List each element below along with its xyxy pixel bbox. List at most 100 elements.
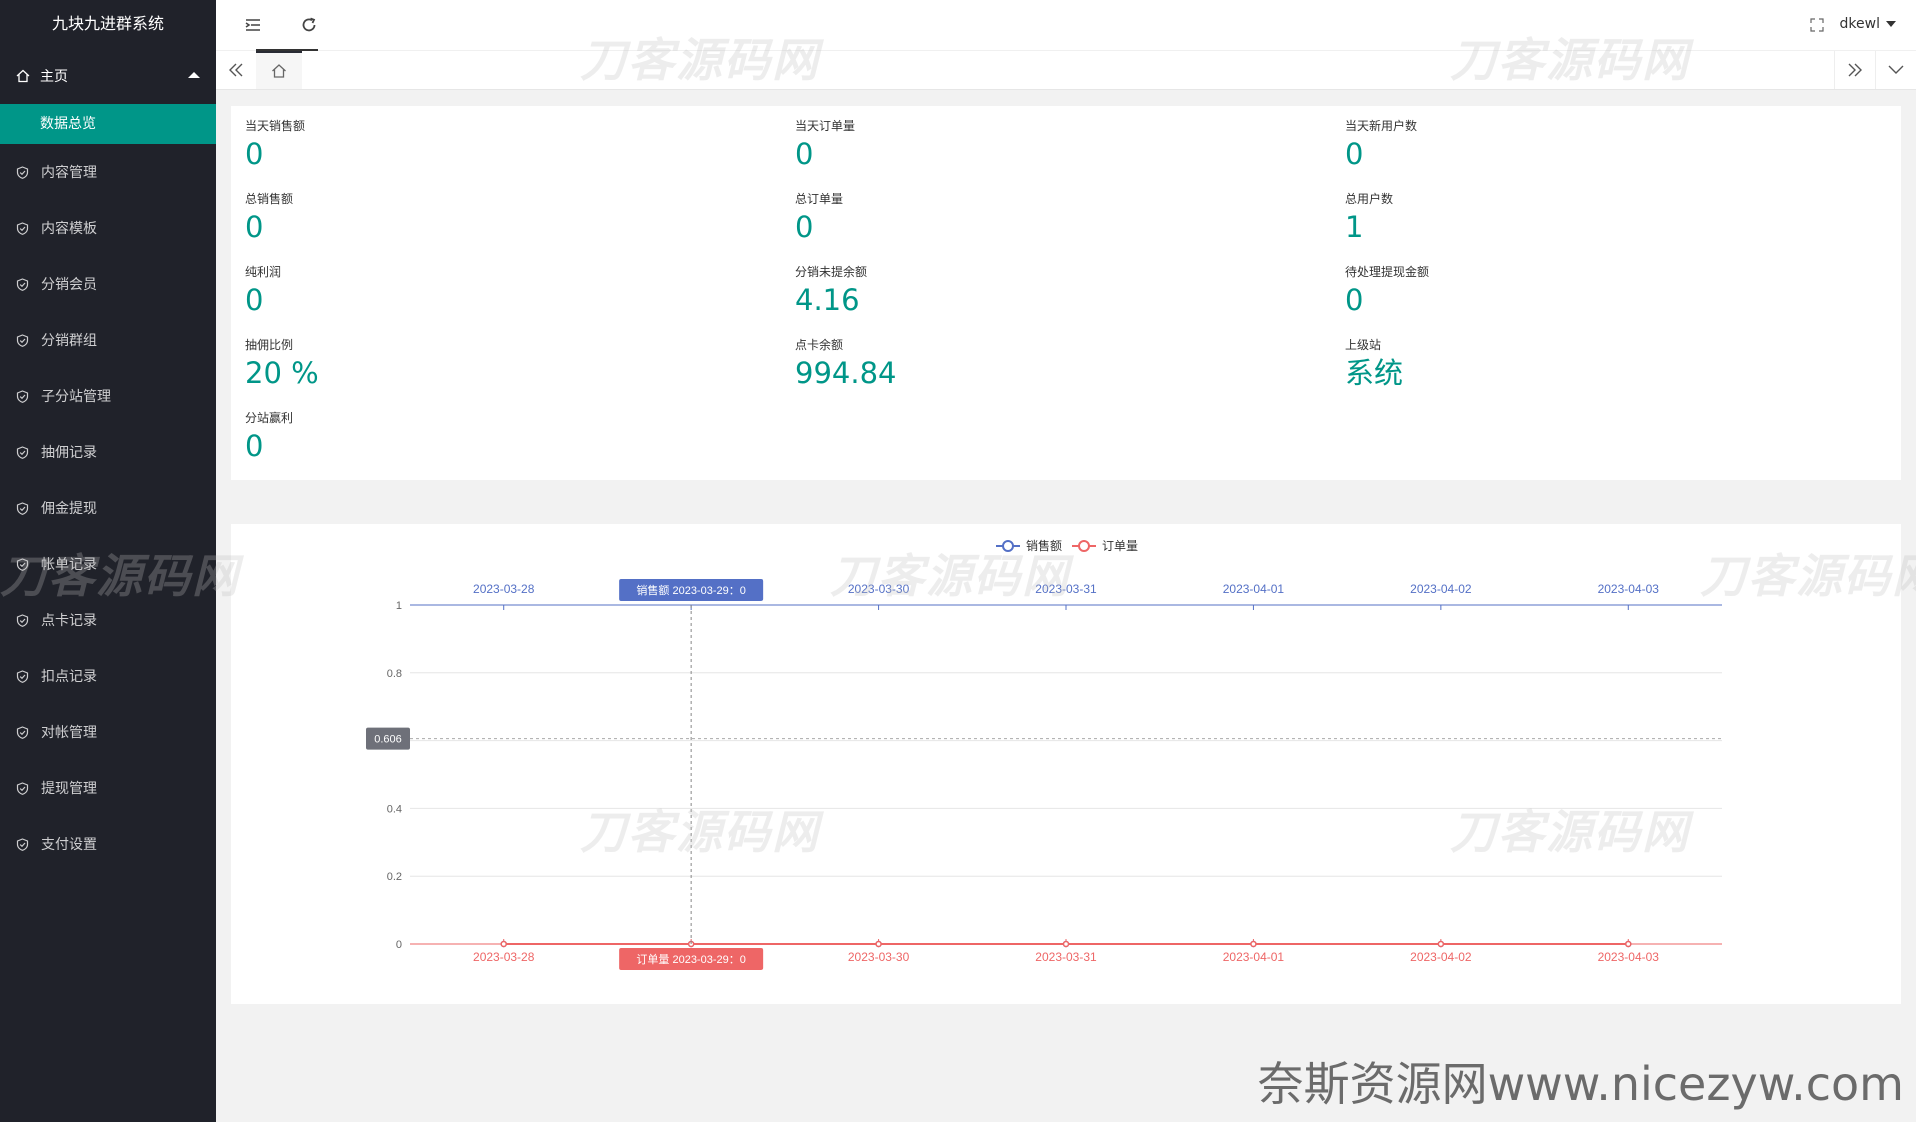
stat-item: 抽佣比例 20 %: [245, 335, 745, 391]
sidebar-item[interactable]: 佣金提现: [0, 480, 216, 536]
legend-marker: [1078, 540, 1090, 552]
stat-label: 点卡余额: [795, 338, 844, 352]
data-point: [1250, 940, 1257, 948]
watermark: 刀客源码网: [1700, 549, 1916, 603]
sidebar-item[interactable]: 对帐管理: [0, 704, 216, 760]
stat-value: 系统: [1345, 356, 1404, 390]
watermark: 刀客源码网: [0, 549, 240, 603]
data-point: [500, 940, 507, 948]
stat-value: 4.16: [795, 283, 860, 317]
sidebar-item-home[interactable]: 主页: [0, 48, 216, 104]
bottom-x-tick-label: 2023-04-03: [1598, 950, 1660, 964]
watermark: 刀客源码网: [1450, 33, 1690, 87]
tab-scroll-right-button[interactable]: [1834, 51, 1876, 89]
sidebar-item[interactable]: 子分站管理: [0, 368, 216, 424]
stat-value: 0: [795, 137, 814, 171]
tab-home[interactable]: [256, 51, 302, 89]
sidebar-item-label: 佣金提现: [41, 501, 97, 517]
shield-icon: [16, 221, 29, 235]
stat-item: 当天销售额 0: [245, 116, 745, 172]
sidebar-item-label: 扣点记录: [41, 669, 97, 685]
double-chevron-left-icon: [229, 63, 243, 77]
watermark: 刀客源码网: [580, 805, 820, 859]
sidebar-item-label: 内容模板: [41, 221, 97, 237]
stat-label: 总销售额: [245, 192, 294, 206]
sidebar-item-label: 内容管理: [41, 165, 97, 181]
data-point: [1625, 940, 1632, 948]
sidebar-item[interactable]: 分销群组: [0, 312, 216, 368]
sidebar-item[interactable]: 抽佣记录: [0, 424, 216, 480]
stat-item: 当天新用户数 0: [1345, 116, 1845, 172]
stat-value: 0: [1345, 283, 1364, 317]
sidebar-item[interactable]: 提现管理: [0, 760, 216, 816]
data-point: [1062, 940, 1070, 948]
shield-icon: [16, 837, 29, 851]
stat-item: 当天订单量 0: [795, 116, 1295, 172]
bottom-x-tick-label: 2023-03-30: [848, 950, 910, 964]
tab-scroll-left-button[interactable]: [216, 51, 257, 89]
stat-label: 分销未提余额: [795, 265, 868, 279]
stat-item: 总用户数 1: [1345, 189, 1845, 245]
stat-label: 上级站: [1345, 338, 1382, 352]
stat-value: 0: [245, 283, 264, 317]
watermark: 刀客源码网: [830, 549, 1070, 603]
sidebar-item-label: 提现管理: [41, 781, 97, 797]
sidebar-item-label: 抽佣记录: [41, 445, 97, 461]
chevron-down-icon: [1888, 65, 1904, 74]
stat-value: 0: [1345, 137, 1364, 171]
stat-item: 纯利润 0: [245, 262, 745, 318]
user-menu[interactable]: dkewl: [1840, 16, 1896, 32]
sidebar-item-label: 分销会员: [41, 277, 97, 293]
crosshair-top-label: 销售额 2023-03-29：0: [636, 583, 745, 597]
watermark: 刀客源码网: [580, 33, 820, 87]
bottom-x-tick-label: 2023-03-31: [1035, 950, 1097, 964]
shield-icon: [16, 165, 29, 179]
sidebar-item-label: 点卡记录: [41, 613, 97, 629]
shield-icon: [16, 445, 29, 459]
stat-value: 0: [795, 210, 814, 244]
caret-up-icon: [188, 72, 200, 78]
app-title: 九块九进群系统: [0, 0, 216, 48]
y-tick-label: 0.8: [387, 668, 402, 680]
fullscreen-icon[interactable]: [1810, 18, 1824, 32]
sidebar-item-label: 支付设置: [41, 837, 97, 853]
user-name: dkewl: [1839, 16, 1880, 32]
y-tick-label: 0: [396, 939, 402, 951]
tab-actions-button[interactable]: [1876, 51, 1916, 89]
double-chevron-right-icon: [1848, 63, 1862, 77]
stat-label: 分站赢利: [245, 411, 294, 425]
menu-collapse-icon[interactable]: [244, 16, 262, 34]
shield-icon: [16, 781, 29, 795]
stat-label: 当天订单量: [795, 119, 856, 133]
home-icon: [16, 69, 30, 83]
crosshair-y-label: 0.606: [374, 734, 402, 746]
stat-item: 总订单量 0: [795, 189, 1295, 245]
bottom-watermark: 奈斯资源网www.nicezyw.com: [1257, 1057, 1904, 1111]
sidebar-item[interactable]: 分销会员: [0, 256, 216, 312]
home-icon: [272, 64, 286, 78]
refresh-icon[interactable]: [300, 16, 318, 34]
y-tick-label: 1: [396, 600, 402, 612]
stats-card: 当天销售额 0 当天订单量 0 当天新用户数 0 总销售额 0 总订单量 0 总用户数 1 纯利润 0 分销…: [231, 106, 1901, 480]
shield-icon: [16, 277, 29, 291]
stat-value: 994.84: [795, 356, 897, 390]
stat-item: 总销售额 0: [245, 189, 745, 245]
bottom-x-tick-label: 2023-04-02: [1410, 950, 1472, 964]
stat-value: 0: [245, 137, 264, 171]
stat-value: 0: [245, 429, 264, 463]
caret-down-icon: [1886, 21, 1896, 27]
sidebar-subitem-overview[interactable]: 数据总览: [0, 104, 216, 144]
stat-label: 待处理提现金额: [1345, 265, 1430, 279]
sidebar-item[interactable]: 内容管理: [0, 144, 216, 200]
sidebar-item[interactable]: 支付设置: [0, 816, 216, 872]
sidebar-item-label: 子分站管理: [41, 389, 111, 405]
data-point: [1437, 940, 1445, 948]
stat-value: 0: [245, 210, 264, 244]
shield-icon: [16, 613, 29, 627]
stat-label: 当天新用户数: [1345, 119, 1418, 133]
shield-icon: [16, 333, 29, 347]
sidebar-item[interactable]: 内容模板: [0, 200, 216, 256]
top-x-tick-label: 2023-03-28: [473, 582, 535, 596]
sidebar-item-label: 主页: [40, 69, 68, 85]
sidebar-item[interactable]: 扣点记录: [0, 648, 216, 704]
